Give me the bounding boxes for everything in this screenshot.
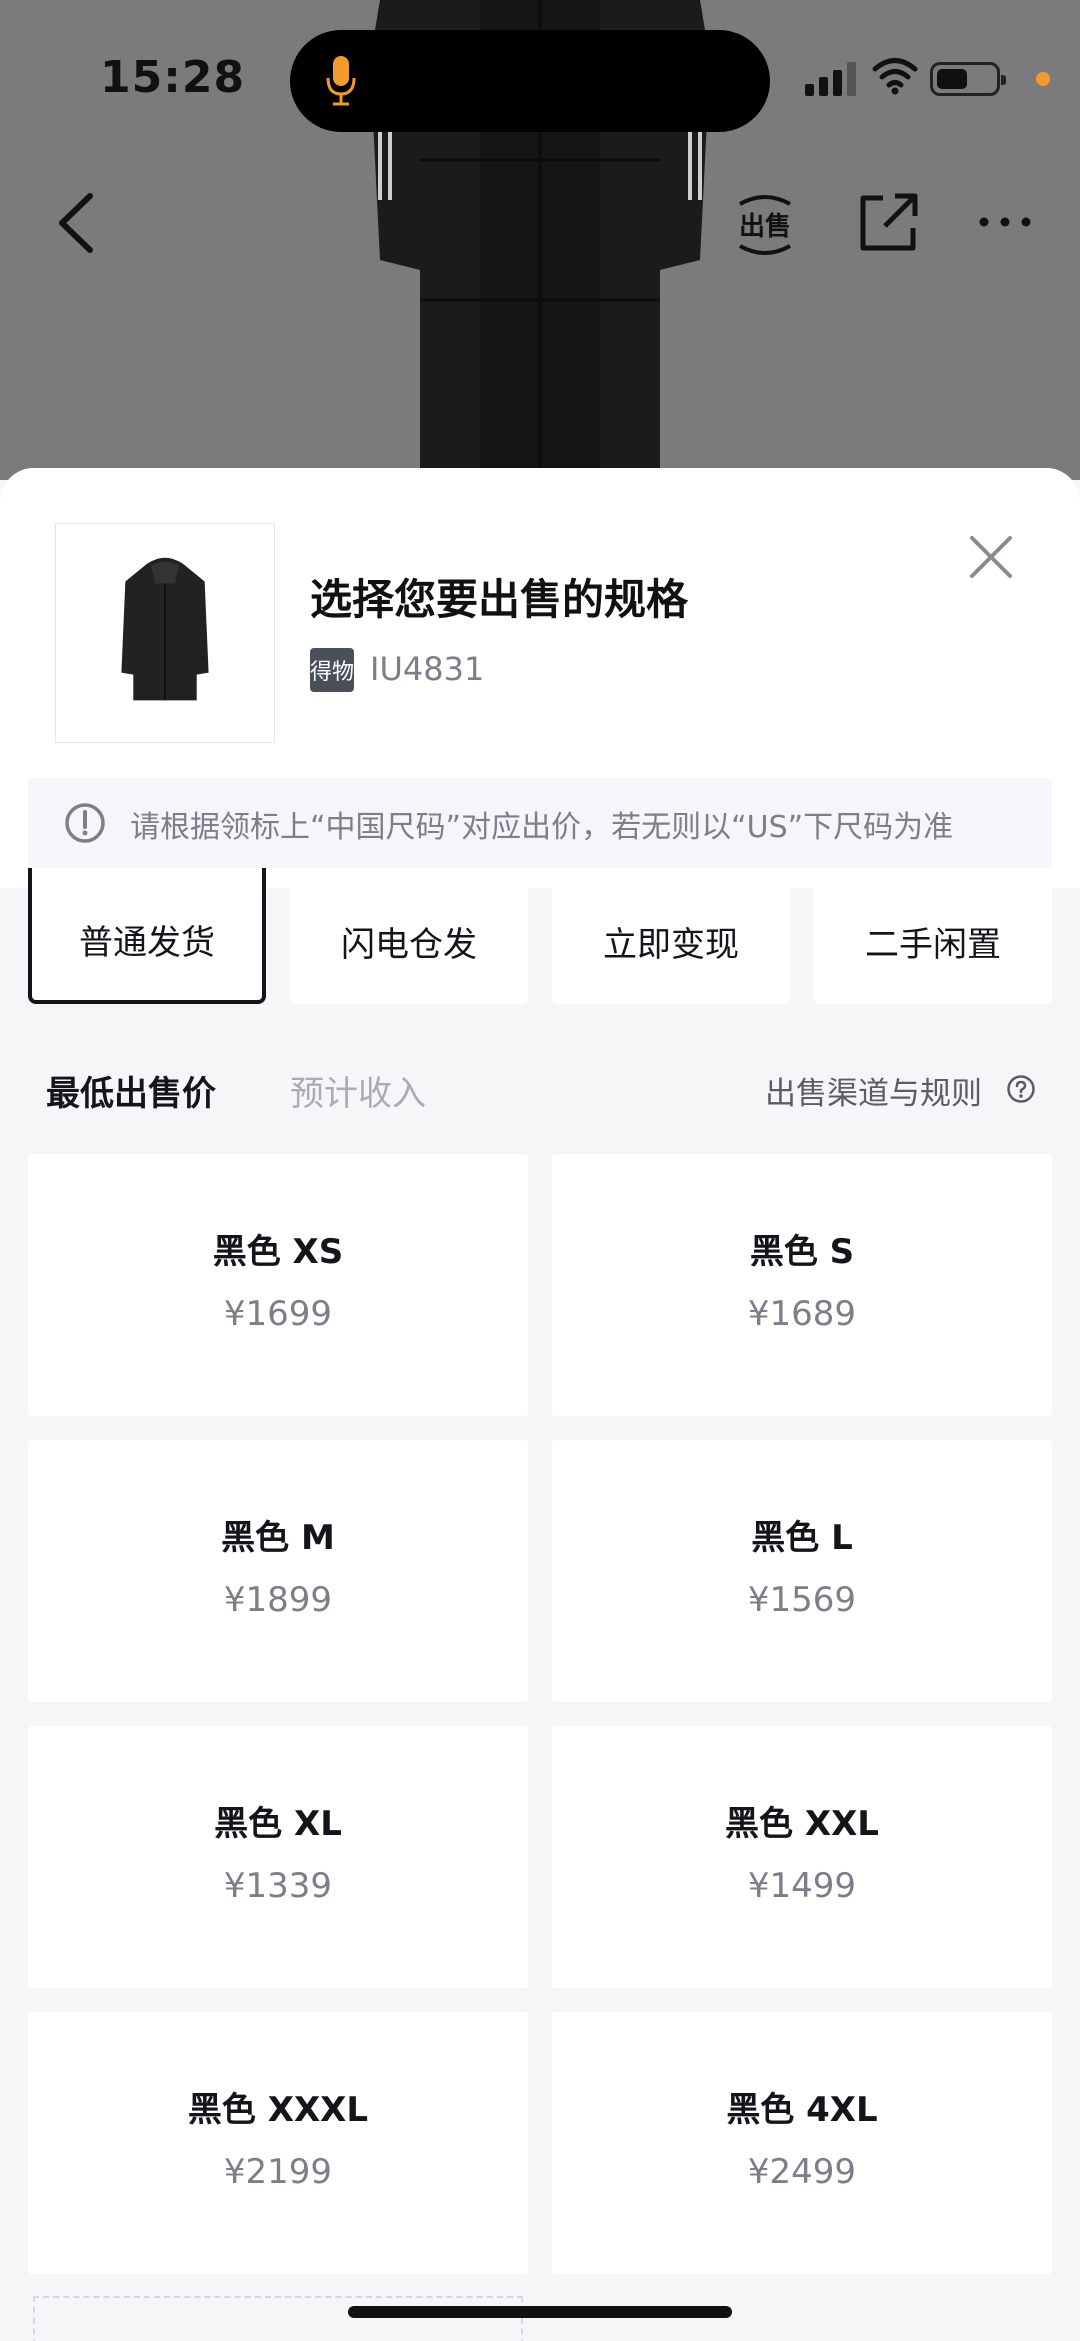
tab-label: 二手闲置 — [865, 924, 1001, 965]
size-notice-banner: 请根据领标上“中国尺码”对应出价，若无则以“US”下尺码为准 — [28, 778, 1052, 868]
price-mode-tabs: 最低出售价 预计收入 出售渠道与规则 — [0, 1058, 1080, 1128]
privacy-indicator-dot — [1036, 72, 1050, 86]
size-price: ¥1699 — [223, 1294, 333, 1334]
tab-lowest-price[interactable]: 最低出售价 — [46, 1066, 216, 1115]
help-icon[interactable] — [1006, 1074, 1036, 1104]
spec-select-sheet: 选择您要出售的规格 得物 IU4831 请根据领标上“中国尺码”对应出价，若无则… — [0, 468, 1080, 2341]
tab-second-hand[interactable]: 二手闲置 — [814, 868, 1052, 1004]
tab-label: 普通发货 — [79, 922, 215, 963]
article-number: IU4831 — [370, 650, 485, 688]
tab-label: 闪电仓发 — [341, 924, 477, 965]
size-name: 黑色 XS — [212, 1232, 344, 1272]
more-sizes-placeholder — [33, 2296, 523, 2341]
sell-icon: 出售 — [739, 195, 791, 255]
back-icon[interactable] — [52, 192, 102, 254]
status-bar: 15:28 — [0, 0, 1080, 160]
tab-flash-warehouse[interactable]: 闪电仓发 — [290, 868, 528, 1004]
size-card-xs[interactable]: 黑色 XS ¥1699 — [28, 1154, 528, 1416]
close-icon[interactable] — [966, 532, 1016, 582]
size-card-l[interactable]: 黑色 L ¥1569 — [552, 1440, 1052, 1702]
size-price: ¥1339 — [223, 1866, 333, 1906]
size-name: 黑色 XL — [214, 1804, 342, 1844]
tab-label: 立即变现 — [603, 924, 739, 965]
size-name: 黑色 S — [749, 1232, 855, 1272]
sell-button[interactable]: 出售 — [730, 190, 800, 260]
size-card-xxl[interactable]: 黑色 XXL ¥1499 — [552, 1726, 1052, 1988]
more-icon[interactable] — [978, 200, 1032, 240]
sheet-header: 选择您要出售的规格 得物 IU4831 请根据领标上“中国尺码”对应出价，若无则… — [0, 468, 1080, 888]
tab-normal-shipping[interactable]: 普通发货 — [28, 868, 266, 1004]
home-indicator[interactable] — [348, 2306, 732, 2318]
size-price: ¥1569 — [747, 1580, 857, 1620]
brand-badge-icon: 得物 — [310, 648, 354, 692]
size-price: ¥2499 — [747, 2152, 857, 2192]
size-notice-text: 请根据领标上“中国尺码”对应出价，若无则以“US”下尺码为准 — [130, 810, 954, 845]
sheet-title: 选择您要出售的规格 — [310, 575, 689, 624]
status-time: 15:28 — [100, 52, 246, 103]
size-price: ¥1899 — [223, 1580, 333, 1620]
size-price: ¥2199 — [223, 2152, 333, 2192]
tab-instant-cash[interactable]: 立即变现 — [552, 868, 790, 1004]
size-name: 黑色 L — [751, 1518, 853, 1558]
mic-icon — [326, 56, 356, 106]
tab-estimated-income[interactable]: 预计收入 — [290, 1066, 426, 1115]
size-price: ¥1689 — [747, 1294, 857, 1334]
battery-icon — [930, 62, 1006, 96]
size-card-m[interactable]: 黑色 M ¥1899 — [28, 1440, 528, 1702]
share-icon[interactable] — [855, 190, 921, 256]
alert-icon — [65, 803, 105, 843]
sell-icon-label: 出售 — [739, 211, 791, 242]
size-price: ¥1499 — [747, 1866, 857, 1906]
wifi-icon — [872, 58, 918, 95]
size-card-4xl[interactable]: 黑色 4XL ¥2499 — [552, 2012, 1052, 2274]
size-name: 黑色 XXL — [725, 1804, 879, 1844]
size-card-xl[interactable]: 黑色 XL ¥1339 — [28, 1726, 528, 1988]
signal-icon — [805, 62, 856, 96]
size-name: 黑色 M — [221, 1518, 335, 1558]
size-card-s[interactable]: 黑色 S ¥1689 — [552, 1154, 1052, 1416]
size-name: 黑色 4XL — [726, 2090, 878, 2130]
product-thumbnail — [55, 523, 275, 743]
size-name: 黑色 XXXL — [187, 2090, 369, 2130]
size-card-xxxl[interactable]: 黑色 XXXL ¥2199 — [28, 2012, 528, 2274]
shipping-tabs: 普通发货 闪电仓发 立即变现 二手闲置 — [28, 868, 1052, 1008]
dynamic-island — [290, 30, 770, 132]
sales-rules-link[interactable]: 出售渠道与规则 — [765, 1068, 982, 1113]
